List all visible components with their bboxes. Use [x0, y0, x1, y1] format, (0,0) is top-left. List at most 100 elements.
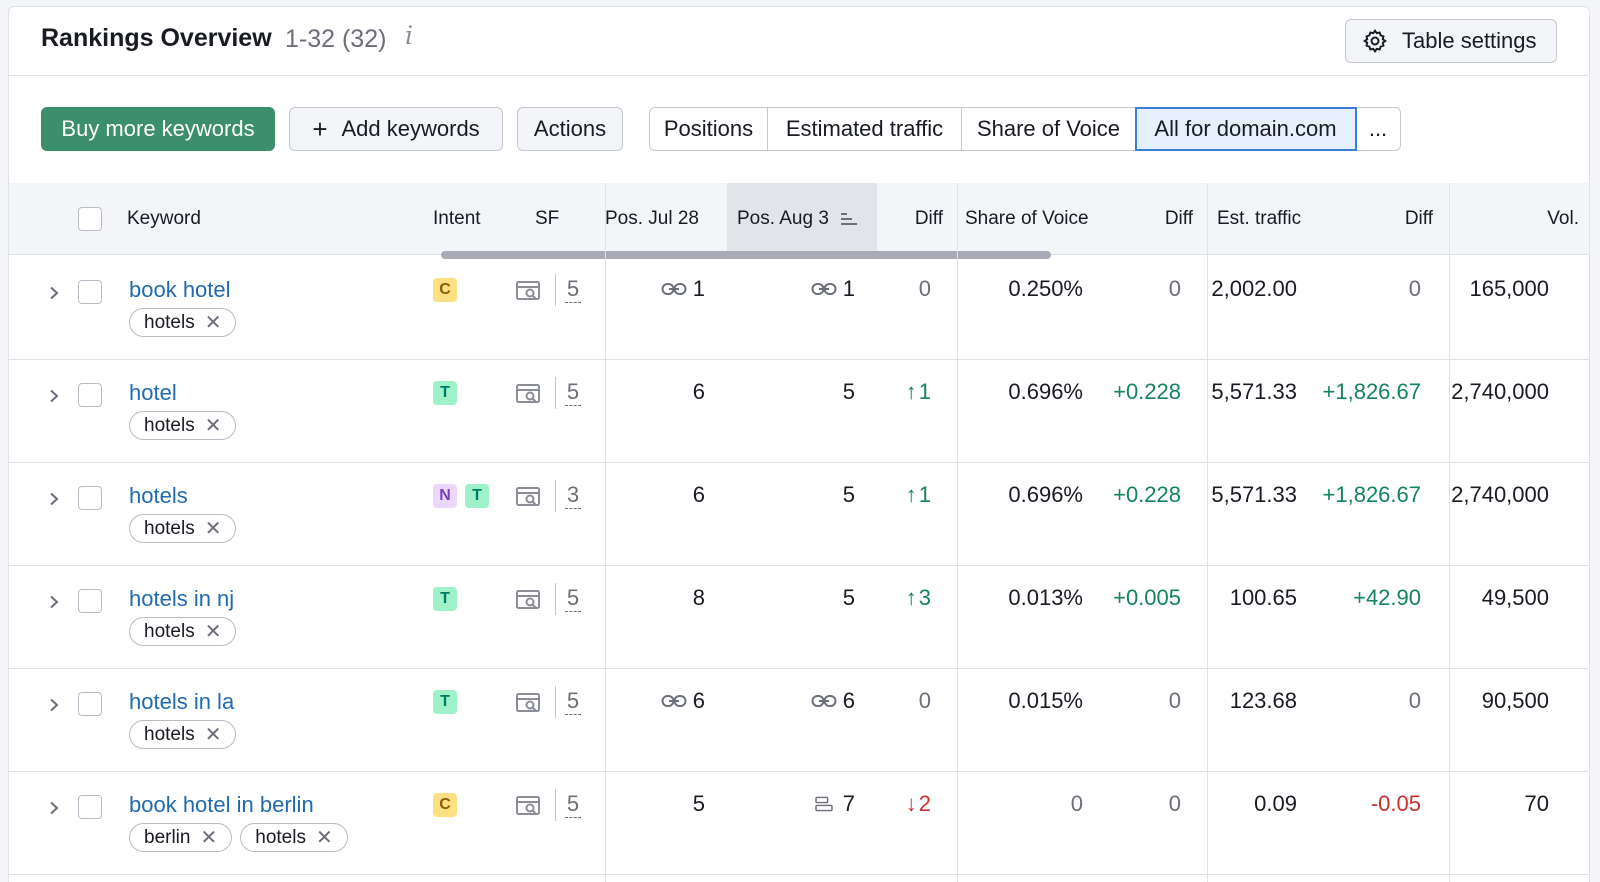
chevron-right-icon[interactable]	[47, 698, 61, 712]
row-checkbox[interactable]	[78, 280, 102, 304]
add-keywords-button[interactable]: + Add keywords	[289, 107, 503, 151]
tab-share-of-voice[interactable]: Share of Voice	[962, 108, 1136, 150]
keyword-link[interactable]: hotels in la	[129, 689, 234, 715]
col-est-traffic[interactable]: Est. traffic	[1217, 183, 1301, 255]
table-settings-button[interactable]: Table settings	[1345, 19, 1557, 63]
pos-diff-cell: ↑ 3	[875, 585, 931, 611]
pos-prev-value: 6	[692, 688, 705, 713]
table-row[interactable]: hotels in la hotels ✕ T 5 6 6 0 0.015% 0 …	[9, 668, 1589, 772]
table-settings-label: Table settings	[1402, 28, 1537, 53]
intent-badge[interactable]: T	[433, 587, 457, 611]
tag-label: hotels	[255, 826, 306, 848]
keyword-link[interactable]: hotels	[129, 483, 188, 509]
tab-all-for-domain[interactable]: All for domain.com	[1135, 107, 1357, 151]
keyword-link[interactable]: book hotel	[129, 277, 231, 303]
row-checkbox[interactable]	[78, 589, 102, 613]
intent-badge[interactable]: T	[433, 381, 457, 405]
remove-tag-icon[interactable]: ✕	[205, 619, 222, 644]
chevron-right-icon[interactable]	[47, 595, 61, 609]
col-sov-diff[interactable]: Diff	[1109, 183, 1193, 255]
col-diff[interactable]: Diff	[877, 183, 943, 255]
col-keyword[interactable]: Keyword	[127, 183, 201, 255]
tab-more[interactable]: ...	[1356, 108, 1400, 150]
table-row[interactable]: book hotel hotels ✕ C 5 1 1 0 0.250% 0 2,…	[9, 256, 1589, 360]
chevron-right-icon[interactable]	[47, 492, 61, 506]
col-share-of-voice[interactable]: Share of Voice	[965, 183, 1089, 255]
intent-badge[interactable]: N	[433, 484, 457, 508]
pos-diff-value: 3	[918, 585, 931, 610]
col-pos-cur[interactable]: Pos. Aug 3	[727, 183, 877, 255]
pos-diff-value: 1	[918, 482, 931, 507]
tab-positions[interactable]: Positions	[650, 108, 768, 150]
intent-badge[interactable]: C	[433, 278, 457, 302]
intent-badge[interactable]: C	[433, 793, 457, 817]
keyword-tag[interactable]: berlin ✕	[129, 823, 233, 852]
pos-cur-value: 5	[842, 379, 855, 404]
select-all-checkbox[interactable]	[78, 207, 102, 231]
volume-value: 90,500	[1481, 688, 1549, 713]
featured-snippet-icon	[815, 796, 833, 812]
keyword-link[interactable]: hotel	[129, 380, 177, 406]
keyword-tag[interactable]: hotels ✕	[129, 308, 237, 337]
row-checkbox[interactable]	[78, 692, 102, 716]
arrow-up-icon: ↑	[905, 379, 917, 404]
sf-count[interactable]: 5	[565, 379, 581, 406]
row-checkbox[interactable]	[78, 486, 102, 510]
intent-badge[interactable]: T	[465, 484, 489, 508]
remove-tag-icon[interactable]: ✕	[205, 516, 222, 541]
intent-cell: T	[433, 381, 457, 405]
serp-features-icon[interactable]	[515, 485, 543, 509]
chevron-right-icon[interactable]	[47, 286, 61, 300]
keyword-link[interactable]: book hotel in berlin	[129, 792, 314, 818]
col-volume[interactable]: Vol.	[1479, 183, 1579, 255]
intent-badge[interactable]: T	[433, 690, 457, 714]
serp-features-icon[interactable]	[515, 691, 543, 715]
traffic-value: 5,571.33	[1211, 379, 1297, 404]
keyword-tag[interactable]: hotels ✕	[129, 720, 237, 749]
tab-estimated-traffic[interactable]: Estimated traffic	[768, 108, 962, 150]
row-checkbox[interactable]	[78, 383, 102, 407]
sf-count[interactable]: 5	[565, 791, 581, 818]
remove-tag-icon[interactable]: ✕	[205, 413, 222, 438]
pos-prev-cell: 6	[609, 482, 705, 508]
col-pos-prev[interactable]: Pos. Jul 28	[605, 183, 723, 255]
sf-count[interactable]: 5	[565, 585, 581, 612]
remove-tag-icon[interactable]: ✕	[205, 722, 222, 747]
table-row[interactable]: hotel hotels ✕ T 5 6 5 ↑ 1 0.696% +0.228 5…	[9, 359, 1589, 463]
col-intent[interactable]: Intent	[433, 183, 481, 255]
remove-tag-icon[interactable]: ✕	[205, 310, 222, 335]
sov-value: 0.696%	[1008, 482, 1083, 507]
sf-separator	[555, 686, 556, 718]
row-checkbox[interactable]	[78, 795, 102, 819]
sf-count[interactable]: 5	[565, 276, 581, 303]
serp-features-icon[interactable]	[515, 588, 543, 612]
serp-features-icon[interactable]	[515, 279, 543, 303]
table-row[interactable]: book hotel in berlin berlin ✕ hotels ✕ C 5 …	[9, 771, 1589, 875]
traffic-diff-value: +1,826.67	[1322, 379, 1421, 404]
chevron-right-icon[interactable]	[47, 801, 61, 815]
table-row[interactable]: hotels hotels ✕ NT 3 6 5 ↑ 1 0.696% +0.228…	[9, 462, 1589, 566]
panel-header: Rankings Overview 1-32 (32) i Table sett…	[9, 7, 1589, 76]
actions-button[interactable]: Actions	[517, 107, 623, 151]
intent-cell: T	[433, 587, 457, 611]
keyword-tag[interactable]: hotels ✕	[129, 617, 237, 646]
chevron-right-icon[interactable]	[47, 389, 61, 403]
table-row[interactable]: hotels in nj hotels ✕ T 5 8 5 ↑ 3 0.013% +…	[9, 565, 1589, 669]
sf-count[interactable]: 3	[565, 482, 581, 509]
serp-features-icon[interactable]	[515, 794, 543, 818]
serp-features-icon[interactable]	[515, 382, 543, 406]
col-sf[interactable]: SF	[535, 183, 559, 255]
keyword-tag[interactable]: hotels ✕	[240, 823, 348, 852]
pos-diff-cell: 0	[875, 276, 931, 302]
remove-tag-icon[interactable]: ✕	[316, 825, 333, 850]
buy-more-keywords-button[interactable]: Buy more keywords	[41, 107, 275, 151]
col-traffic-diff[interactable]: Diff	[1339, 183, 1433, 255]
keyword-tag[interactable]: hotels ✕	[129, 514, 237, 543]
keyword-link[interactable]: hotels in nj	[129, 586, 234, 612]
keyword-tag[interactable]: hotels ✕	[129, 411, 237, 440]
sf-count[interactable]: 5	[565, 688, 581, 715]
volume-value: 2,740,000	[1451, 379, 1549, 404]
remove-tag-icon[interactable]: ✕	[200, 825, 217, 850]
info-icon[interactable]: i	[405, 21, 413, 50]
pos-prev-value: 6	[692, 482, 705, 507]
